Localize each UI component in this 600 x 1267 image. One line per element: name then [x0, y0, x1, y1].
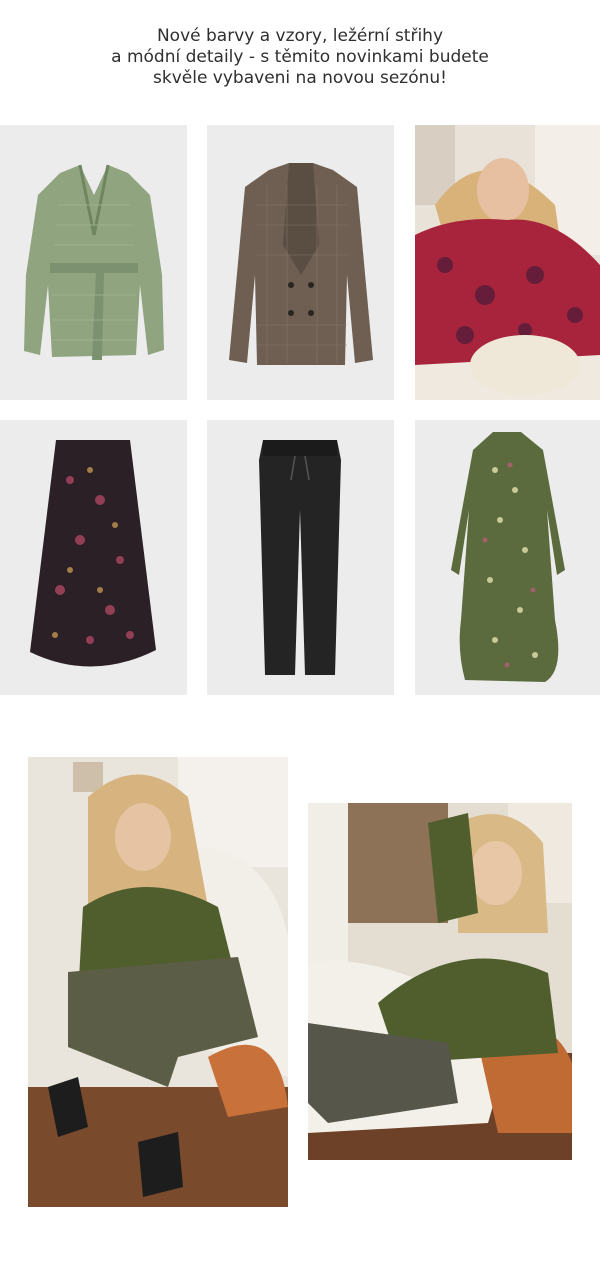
product-tile-model-dress[interactable]	[415, 125, 600, 400]
intro-line-2: a módní detaily - s těmito novinkami bud…	[111, 47, 489, 67]
green-wrap-cardigan-icon	[0, 125, 187, 400]
intro-text: Nové barvy a vzory, ležérní střihy a mód…	[40, 26, 560, 89]
floral-shirt-dress-icon	[415, 420, 600, 695]
product-tile-blazer[interactable]	[207, 125, 394, 400]
product-tile-cardigan[interactable]	[0, 125, 187, 400]
product-tile-shirt-dress[interactable]	[415, 420, 600, 695]
lookbook-photo-lounging[interactable]	[308, 803, 572, 1160]
model-in-floral-dress-icon	[415, 125, 600, 400]
intro-line-1: Nové barvy a vzory, ležérní střihy	[156, 26, 444, 46]
black-jogger-trousers-icon	[207, 420, 394, 695]
floral-maxi-skirt-icon	[0, 420, 187, 695]
intro-line-3: skvěle vybaveni na novou sezónu!	[153, 68, 447, 88]
product-tile-trousers[interactable]	[207, 420, 394, 695]
model-green-sweater-sitting-icon	[28, 757, 288, 1207]
product-tile-skirt[interactable]	[0, 420, 187, 695]
lookbook-photo-sitting[interactable]	[28, 757, 288, 1207]
model-green-sweater-lounging-icon	[308, 803, 572, 1160]
checked-double-breasted-blazer-icon	[207, 125, 394, 400]
